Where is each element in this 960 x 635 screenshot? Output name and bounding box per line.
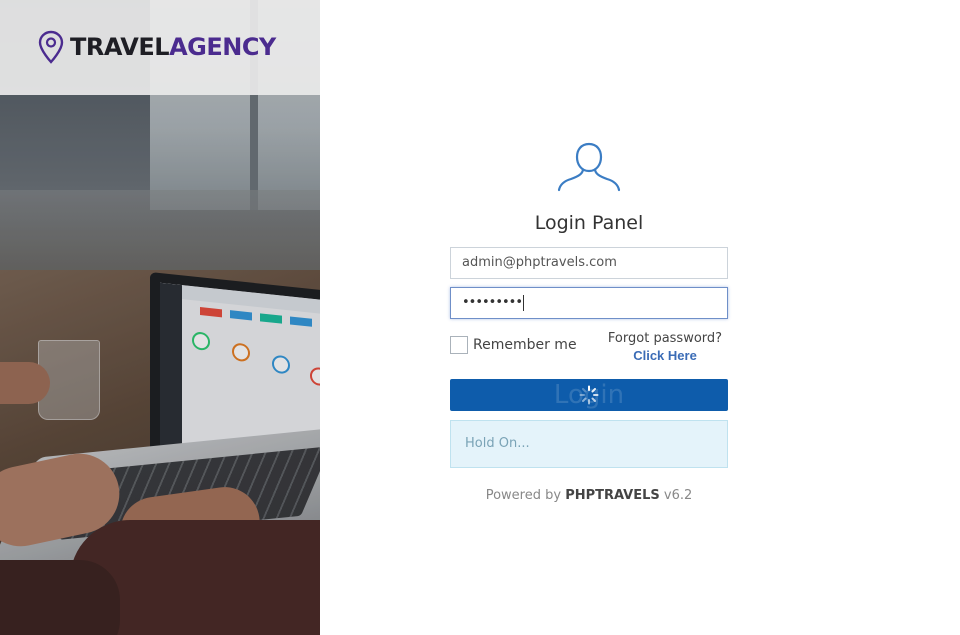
- password-value: •••••••••: [462, 295, 523, 310]
- forgot-password-link[interactable]: Click Here: [600, 347, 730, 364]
- powered-by: Powered by PHPTRAVELS v6.2: [450, 488, 728, 503]
- map-pin-icon: [38, 30, 64, 64]
- background-photo: [0, 0, 320, 635]
- login-title: Login Panel: [534, 212, 644, 234]
- email-input[interactable]: admin@phptravels.com: [450, 247, 728, 279]
- brand-logo[interactable]: TRAVEL AGENCY: [38, 30, 276, 64]
- powered-by-brand[interactable]: PHPTRAVELS: [565, 488, 660, 503]
- text-caret: [523, 294, 525, 311]
- user-icon: [557, 142, 621, 192]
- remember-me[interactable]: Remember me: [450, 336, 577, 354]
- brand-text-travel: TRAVEL: [70, 33, 170, 61]
- remember-label: Remember me: [473, 337, 577, 353]
- powered-by-version: v6.2: [659, 488, 693, 503]
- password-input[interactable]: •••••••••: [450, 287, 728, 319]
- forgot-password-text: Forgot password?: [607, 331, 723, 346]
- forgot-password: Forgot password? Click Here: [600, 330, 730, 364]
- remember-checkbox[interactable]: [450, 336, 468, 354]
- spinner-icon: [579, 385, 599, 405]
- email-value: admin@phptravels.com: [462, 255, 617, 270]
- brand-band: TRAVEL AGENCY: [0, 0, 320, 95]
- powered-by-prefix: Powered by: [485, 488, 566, 503]
- status-message: Hold On...: [450, 420, 728, 468]
- brand-text-agency: AGENCY: [169, 33, 276, 61]
- login-button[interactable]: Login: [450, 379, 728, 411]
